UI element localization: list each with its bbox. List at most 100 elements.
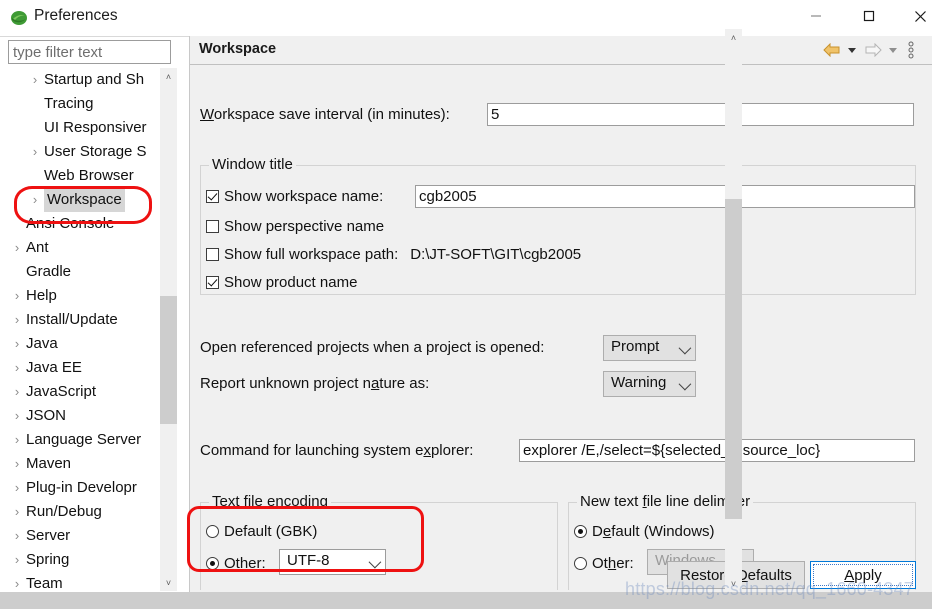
sidebar-item-label: Team <box>26 575 63 591</box>
close-button[interactable] <box>897 0 932 32</box>
minimize-button[interactable] <box>793 0 839 32</box>
delimiter-other-radio[interactable] <box>574 557 587 570</box>
chevron-down-icon <box>678 377 692 391</box>
tree-vertical-scrollbar[interactable]: ˄ ˅ <box>160 68 177 591</box>
sidebar-item-label: Ansi Console <box>26 215 115 232</box>
expand-arrow-icon[interactable]: › <box>8 332 26 356</box>
maximize-button[interactable] <box>846 0 892 32</box>
sidebar-item-spring[interactable]: › Spring <box>8 548 163 572</box>
scroll-down-icon[interactable]: ˅ <box>160 574 177 591</box>
sidebar-item-user-storage-s[interactable]: › User Storage S <box>8 140 163 164</box>
expand-arrow-icon[interactable]: › <box>8 572 26 591</box>
scroll-up-icon[interactable]: ˄ <box>160 68 177 85</box>
sidebar-item-tracing[interactable]: Tracing <box>8 92 163 116</box>
encoding-other-label: Other: <box>224 555 266 572</box>
sidebar-item-java-ee[interactable]: › Java EE <box>8 356 163 380</box>
sidebar-item-plug-in-developr[interactable]: › Plug-in Developr <box>8 476 163 500</box>
show-perspective-name-checkbox[interactable] <box>206 220 219 233</box>
open-referenced-dropdown[interactable]: Prompt <box>603 335 696 361</box>
sidebar-item-install-update[interactable]: › Install/Update <box>8 308 163 332</box>
window-title: Preferences <box>34 7 118 24</box>
preferences-tree[interactable]: › Startup and Sh Tracing UI Responsiver › Use… <box>8 68 178 591</box>
sidebar-item-gradle[interactable]: Gradle <box>8 260 163 284</box>
delimiter-default-radio[interactable] <box>574 525 587 538</box>
show-product-name-row[interactable]: Show product name <box>206 274 357 291</box>
scroll-down-icon[interactable]: ˅ <box>725 575 742 592</box>
expand-arrow-icon[interactable]: › <box>8 356 26 380</box>
expand-arrow-icon[interactable]: › <box>8 476 26 500</box>
sidebar-item-ant[interactable]: › Ant <box>8 236 163 260</box>
sidebar-item-workspace[interactable]: › Workspace <box>8 188 163 212</box>
show-workspace-name-checkbox[interactable] <box>206 190 219 203</box>
sidebar-item-server[interactable]: › Server <box>8 524 163 548</box>
sidebar-item-label: JavaScript <box>26 383 97 400</box>
view-menu-icon[interactable] <box>904 40 918 60</box>
expand-arrow-icon[interactable]: › <box>26 140 44 164</box>
expand-arrow-icon[interactable]: › <box>8 404 26 428</box>
sidebar-item-javascript[interactable]: › JavaScript <box>8 380 163 404</box>
workspace-name-input[interactable] <box>415 185 915 208</box>
expand-arrow-icon[interactable]: › <box>8 308 26 332</box>
panel-vertical-scrollbar[interactable]: ˄ ˅ <box>725 29 742 592</box>
sidebar-item-maven[interactable]: › Maven <box>8 452 163 476</box>
encoding-other-row[interactable]: Other: <box>206 555 266 572</box>
system-explorer-input[interactable] <box>519 439 915 462</box>
expand-arrow-icon[interactable]: › <box>8 236 26 260</box>
show-product-name-checkbox[interactable] <box>206 276 219 289</box>
expand-arrow-icon[interactable]: › <box>8 284 26 308</box>
expand-arrow-icon[interactable]: › <box>8 500 26 524</box>
delimiter-other-label: Other: <box>592 555 634 572</box>
back-arrow-icon[interactable] <box>821 40 843 60</box>
show-workspace-name-row[interactable]: Show workspace name: <box>206 188 383 205</box>
show-perspective-name-row[interactable]: Show perspective name <box>206 218 384 235</box>
delimiter-other-row[interactable]: Other: <box>574 555 634 572</box>
encoding-default-row[interactable]: Default (GBK) <box>206 523 317 540</box>
window-title-bar: Preferences <box>0 0 932 37</box>
sidebar-item-label: Startup and Sh <box>44 71 145 88</box>
sidebar-item-label: Help <box>26 287 57 304</box>
sidebar-item-language-server[interactable]: › Language Server <box>8 428 163 452</box>
window-title-group-label: Window title <box>209 156 296 173</box>
expand-arrow-icon[interactable]: › <box>8 548 26 572</box>
show-full-workspace-path-checkbox[interactable] <box>206 248 219 261</box>
show-product-name-label: Show product name <box>224 274 358 291</box>
encoding-dropdown[interactable]: UTF-8 <box>279 549 386 575</box>
sidebar-item-ui-responsiver[interactable]: UI Responsiver <box>8 116 163 140</box>
expand-arrow-icon[interactable]: › <box>8 380 26 404</box>
expand-arrow-icon[interactable]: › <box>26 68 44 92</box>
chevron-down-icon[interactable] <box>844 40 860 60</box>
show-perspective-name-label: Show perspective name <box>224 218 385 235</box>
sidebar-item-label: User Storage S <box>44 143 147 160</box>
report-nature-dropdown[interactable]: Warning <box>603 371 696 397</box>
report-nature-value: Warning <box>611 374 667 391</box>
show-full-workspace-path-row[interactable]: Show full workspace path: D:\JT-SOFT\GIT\… <box>206 246 581 263</box>
sidebar-item-label: Gradle <box>26 263 72 280</box>
apply-button[interactable]: Apply <box>810 561 916 589</box>
sidebar-item-ansi-console[interactable]: Ansi Console <box>8 212 163 236</box>
sidebar-item-json[interactable]: › JSON <box>8 404 163 428</box>
expand-arrow-icon[interactable]: › <box>8 428 26 452</box>
sidebar-item-web-browser[interactable]: Web Browser <box>8 164 163 188</box>
sidebar-item-java[interactable]: › Java <box>8 332 163 356</box>
scrollbar-thumb[interactable] <box>160 296 177 424</box>
sidebar-item-label: UI Responsiver <box>44 119 147 136</box>
sidebar-item-team[interactable]: › Team <box>8 572 163 591</box>
encoding-default-radio[interactable] <box>206 525 219 538</box>
forward-arrow-icon[interactable] <box>862 40 884 60</box>
save-interval-input[interactable] <box>487 103 914 126</box>
scrollbar-thumb[interactable] <box>725 199 742 519</box>
delimiter-default-row[interactable]: Default (Windows) <box>574 523 715 540</box>
encoding-other-radio[interactable] <box>206 557 219 570</box>
expand-arrow-icon[interactable]: › <box>8 524 26 548</box>
expand-arrow-icon[interactable]: › <box>8 452 26 476</box>
scroll-up-icon[interactable]: ˄ <box>725 29 742 46</box>
expand-arrow-icon[interactable]: › <box>26 188 44 212</box>
sidebar-item-help[interactable]: › Help <box>8 284 163 308</box>
workspace-path-value: D:\JT-SOFT\GIT\cgb2005 <box>410 246 582 263</box>
sidebar-item-startup-and-sh[interactable]: › Startup and Sh <box>8 68 163 92</box>
chevron-down-icon[interactable] <box>885 40 901 60</box>
sidebar-item-run-debug[interactable]: › Run/Debug <box>8 500 163 524</box>
search-input[interactable] <box>8 40 171 64</box>
report-nature-label: Report unknown project nature as: <box>200 375 430 392</box>
workspace-preference-page: Workspace Workspace save interval (in mi… <box>189 36 932 609</box>
